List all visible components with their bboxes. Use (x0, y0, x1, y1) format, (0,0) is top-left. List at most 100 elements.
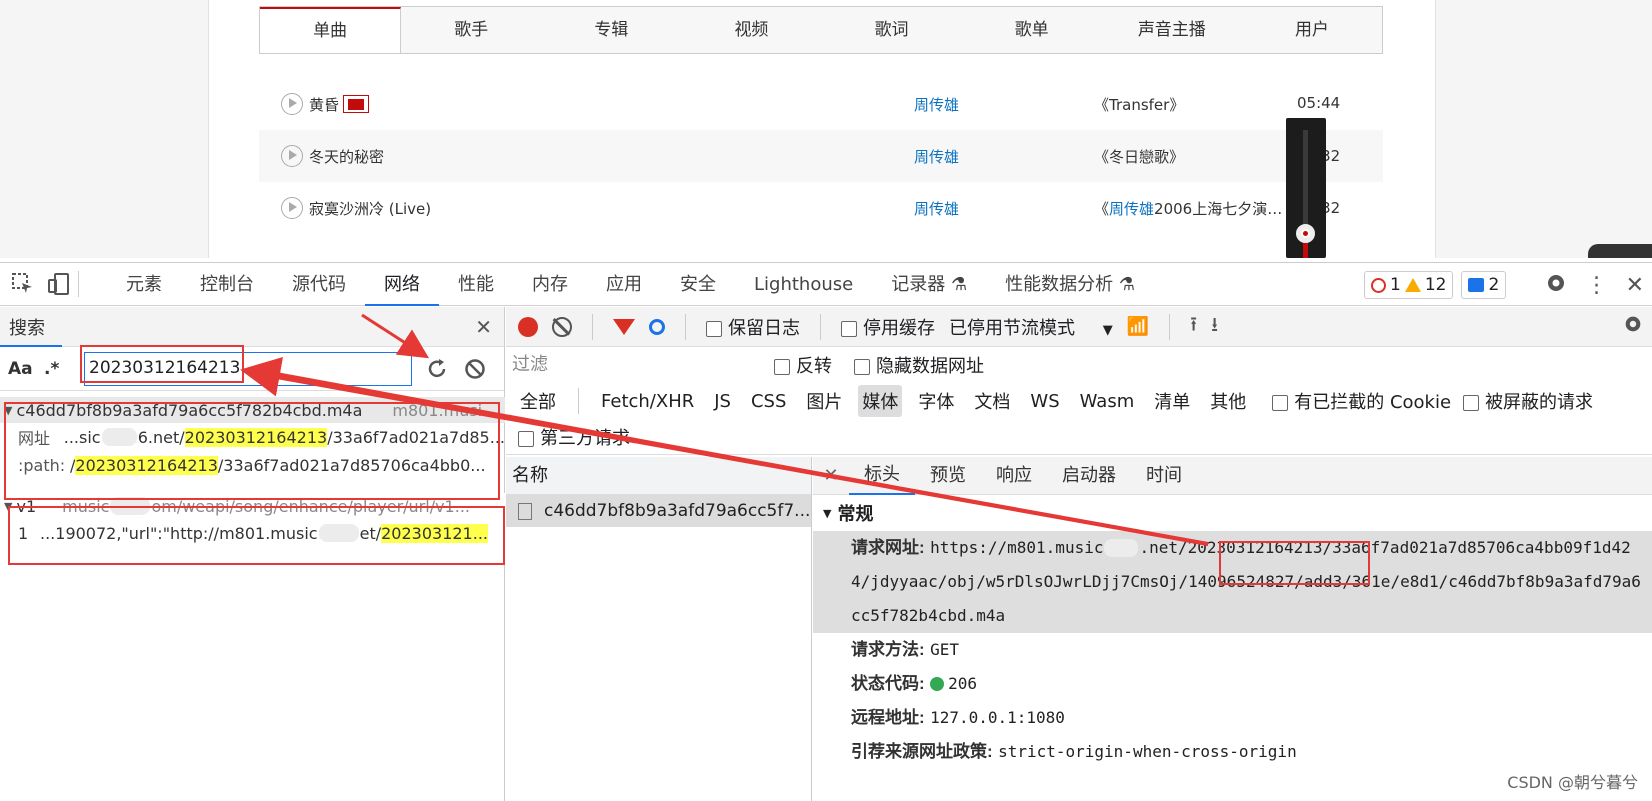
song-artist[interactable]: 周传雄 (914, 198, 959, 219)
general-header[interactable]: ▼ 常规 (813, 495, 1652, 531)
warning-count: 12 (1424, 275, 1447, 295)
song-artist[interactable]: 周传雄 (914, 94, 959, 115)
devtools-actions: ⋮ ✕ (1544, 271, 1652, 299)
song-album[interactable]: 《周传雄2006上海七夕演… (1094, 198, 1282, 219)
device-toolbar-icon[interactable] (46, 271, 72, 297)
regex-toggle[interactable]: .* (44, 359, 84, 379)
export-har-icon[interactable]: ⭳ (1211, 310, 1218, 344)
inspect-element-icon[interactable] (10, 271, 36, 297)
preserve-log-checkbox[interactable]: 保留日志 (706, 314, 800, 340)
hide-data-urls-checkbox[interactable]: 隐藏数据网址 (854, 352, 984, 378)
tab-lyrics[interactable]: 歌词 (822, 7, 962, 53)
type-css[interactable]: CSS (747, 388, 790, 415)
song-title[interactable]: 冬天的秘密 (309, 146, 384, 167)
song-album[interactable]: 《冬日戀歌》 (1094, 146, 1184, 167)
expand-triangle-icon[interactable]: ▼ (823, 507, 831, 520)
type-js[interactable]: JS (710, 388, 735, 415)
tab-performance-insights-label: 性能数据分析 (1005, 273, 1114, 295)
gear-icon[interactable] (1544, 271, 1568, 299)
hide-data-urls-label: 隐藏数据网址 (876, 356, 984, 377)
tab-sources[interactable]: 源代码 (273, 263, 365, 306)
type-img[interactable]: 图片 (802, 385, 846, 417)
general-title: 常规 (837, 504, 874, 525)
tab-songs[interactable]: 单曲 (260, 7, 402, 53)
clear-search-icon[interactable] (462, 356, 488, 382)
tab-initiator[interactable]: 启动器 (1047, 458, 1131, 494)
disable-cache-checkbox[interactable]: 停用缓存 (841, 314, 935, 340)
type-ws[interactable]: WS (1026, 388, 1063, 415)
tab-headers[interactable]: 标头 (849, 457, 915, 495)
messages-badge[interactable]: 2 (1461, 271, 1507, 299)
tab-albums[interactable]: 专辑 (541, 7, 681, 53)
song-album[interactable]: 《Transfer》 (1094, 94, 1184, 115)
file-icon (518, 502, 532, 520)
request-row[interactable]: c46dd7bf8b9a3afd79a6cc5f7... (506, 495, 811, 527)
request-url-text: https://m801.music (930, 538, 1104, 557)
filter-icon[interactable] (613, 318, 635, 335)
tab-network[interactable]: 网络 (365, 263, 439, 306)
song-title[interactable]: 黄昏 (309, 94, 339, 115)
type-doc[interactable]: 文档 (970, 385, 1014, 417)
type-fetch-xhr[interactable]: Fetch/XHR (597, 388, 698, 415)
type-all[interactable]: 全部 (516, 385, 560, 417)
song-row[interactable]: 黄昏 周传雄 《Transfer》 05:44 (259, 78, 1383, 130)
throttling-select[interactable]: 已停用节流模式 ▼ (949, 314, 1113, 340)
search-icon[interactable] (649, 318, 665, 335)
tab-performance-insights[interactable]: 性能数据分析 ⚗ (986, 263, 1154, 306)
play-icon[interactable] (281, 93, 303, 115)
tab-artists[interactable]: 歌手 (401, 7, 541, 53)
blocked-cookies-checkbox[interactable]: 有已拦截的 Cookie (1272, 388, 1451, 414)
volume-knob[interactable] (1296, 224, 1315, 243)
name-column-header[interactable]: 名称 (506, 457, 811, 495)
mv-icon[interactable] (343, 95, 370, 113)
filter-input[interactable]: 过滤 (512, 351, 752, 379)
lock-icon[interactable] (1588, 244, 1652, 258)
tab-application[interactable]: 应用 (587, 263, 661, 306)
tab-preview[interactable]: 预览 (915, 458, 981, 494)
match-case-toggle[interactable]: Aa (8, 359, 44, 379)
blocked-requests-checkbox[interactable]: 被屏蔽的请求 (1463, 388, 1593, 414)
tab-console[interactable]: 控制台 (181, 263, 273, 306)
play-icon[interactable] (281, 197, 303, 219)
song-artist[interactable]: 周传雄 (914, 146, 959, 167)
tab-recorder[interactable]: 记录器 ⚗ (872, 263, 986, 306)
play-icon[interactable] (281, 145, 303, 167)
type-other[interactable]: 其他 (1206, 385, 1250, 417)
song-title[interactable]: 寂寞沙洲冷 (Live) (309, 198, 431, 219)
tab-performance[interactable]: 性能 (439, 263, 513, 306)
third-party-checkbox[interactable]: 第三方请求 (518, 424, 630, 450)
tab-response[interactable]: 响应 (981, 458, 1047, 494)
close-icon[interactable]: ✕ (1626, 273, 1644, 298)
refresh-icon[interactable] (424, 356, 450, 382)
tab-playlists[interactable]: 歌单 (962, 7, 1102, 53)
tab-security[interactable]: 安全 (661, 263, 735, 306)
song-row[interactable]: 冬天的秘密 周传雄 《冬日戀歌》 04:32 (259, 130, 1383, 182)
web-page: 单曲 歌手 专辑 视频 歌词 歌单 声音主播 用户 黄昏 周传雄 《Transf… (0, 0, 1652, 258)
divider (685, 313, 686, 340)
tab-elements[interactable]: 元素 (107, 263, 181, 306)
close-details-icon[interactable]: ✕ (813, 465, 849, 486)
error-badge[interactable]: 1 12 (1364, 271, 1454, 299)
tab-memory[interactable]: 内存 (513, 263, 587, 306)
network-settings-icon[interactable] (1622, 313, 1644, 340)
close-search-icon[interactable]: ✕ (475, 315, 492, 339)
tab-users[interactable]: 用户 (1242, 7, 1382, 53)
invert-checkbox[interactable]: 反转 (774, 352, 832, 378)
network-conditions-icon[interactable]: 📶 (1127, 316, 1149, 337)
song-row[interactable]: 寂寞沙洲冷 (Live) 周传雄 《周传雄2006上海七夕演… 04:32 (259, 182, 1383, 234)
more-options-icon[interactable]: ⋮ (1586, 273, 1608, 298)
tab-lighthouse[interactable]: Lighthouse (735, 263, 872, 306)
type-font[interactable]: 字体 (914, 385, 958, 417)
record-icon[interactable] (518, 316, 538, 337)
request-method-label: 请求方法: (851, 640, 925, 659)
tab-videos[interactable]: 视频 (681, 7, 821, 53)
tab-timing[interactable]: 时间 (1131, 458, 1197, 494)
volume-slider[interactable] (1286, 118, 1326, 258)
tab-podcasters[interactable]: 声音主播 (1102, 7, 1242, 53)
type-media[interactable]: 媒体 (858, 385, 903, 417)
type-manifest[interactable]: 清单 (1150, 385, 1194, 417)
clear-icon[interactable] (552, 316, 572, 337)
type-wasm[interactable]: Wasm (1076, 388, 1139, 415)
search-title[interactable]: 搜索 (9, 314, 45, 340)
import-har-icon[interactable]: ⭱ (1190, 310, 1197, 344)
